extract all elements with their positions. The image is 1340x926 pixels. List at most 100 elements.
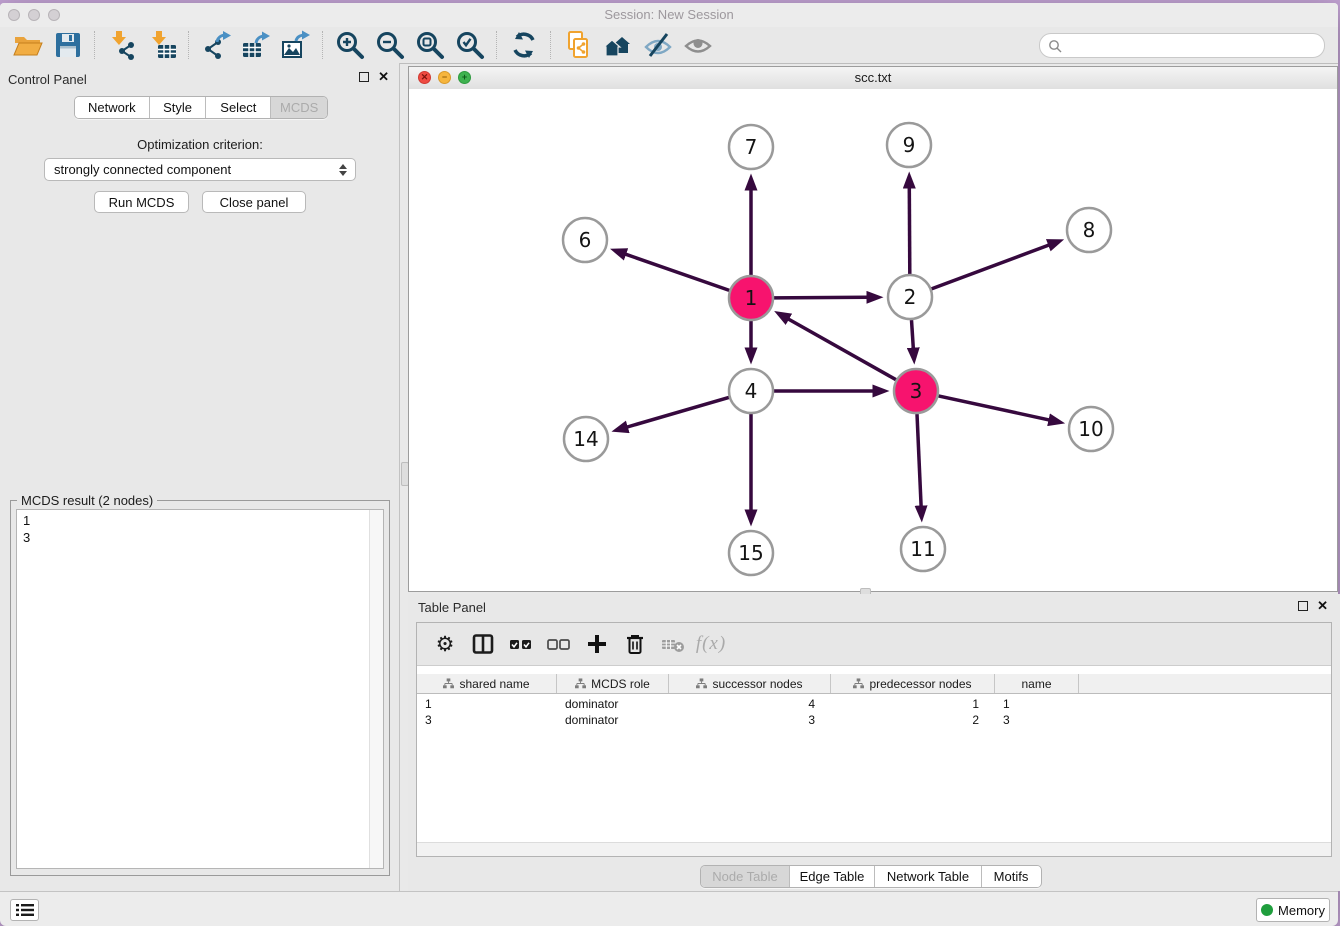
toolbar-separator [188, 31, 190, 59]
add-row-icon[interactable] [579, 629, 615, 659]
graph-edge-2-3[interactable] [912, 320, 914, 348]
task-history-button[interactable] [10, 899, 39, 921]
mcds-result-box[interactable]: 1 3 [16, 509, 384, 869]
import-table-icon[interactable] [145, 30, 179, 60]
graph-node-11[interactable]: 11 [901, 527, 945, 571]
mcds-result-group: MCDS result (2 nodes) 1 3 [10, 500, 390, 876]
graph-node-10[interactable]: 10 [1069, 407, 1113, 451]
column-header-shared-name[interactable]: shared name [417, 674, 557, 693]
zoom-selected-icon[interactable] [453, 30, 487, 60]
search-field[interactable] [1039, 33, 1325, 58]
show-details-icon[interactable] [681, 30, 715, 60]
graph-node-15[interactable]: 15 [729, 531, 773, 575]
control-panel-tabbar: Network Style Select MCDS [74, 96, 328, 119]
cell-name[interactable]: 3 [995, 712, 1079, 728]
gear-icon[interactable]: ⚙ [427, 629, 463, 659]
cell-predecessor-nodes[interactable]: 2 [831, 712, 995, 728]
graph-node-label: 6 [579, 228, 592, 252]
home-view-icon[interactable] [601, 30, 635, 60]
save-session-icon[interactable] [51, 30, 85, 60]
select-all-icon[interactable] [503, 629, 539, 659]
tree-icon [853, 678, 864, 689]
result-line: 3 [23, 529, 369, 546]
graph-node-8[interactable]: 8 [1067, 208, 1111, 252]
search-icon [1048, 39, 1062, 53]
copy-network-icon[interactable] [561, 30, 595, 60]
tab-mcds[interactable]: MCDS [270, 97, 327, 118]
cell-predecessor-nodes[interactable]: 1 [831, 696, 995, 712]
network-view-window: ✕ − + scc.txt 7 9 6 8 1 2 4 3 14 10 15 11 [408, 66, 1338, 592]
close-panel-icon[interactable]: ✕ [378, 72, 389, 82]
float-table-panel-icon[interactable] [1298, 601, 1308, 611]
graph-node-3[interactable]: 3 [894, 369, 938, 413]
cell-mcds-role[interactable]: dominator [557, 696, 669, 712]
graph-edge-2-9[interactable] [909, 188, 910, 274]
export-network-icon[interactable] [199, 30, 233, 60]
hide-details-icon[interactable] [641, 30, 675, 60]
close-table-panel-icon[interactable]: ✕ [1317, 601, 1328, 611]
split-columns-icon[interactable] [465, 629, 501, 659]
tree-icon [443, 678, 454, 689]
graph-node-label: 10 [1078, 417, 1103, 441]
graph-node-9[interactable]: 9 [887, 123, 931, 167]
close-panel-button[interactable]: Close panel [202, 191, 306, 213]
search-input[interactable] [1066, 34, 1324, 57]
network-window-titlebar[interactable]: ✕ − + scc.txt [409, 67, 1337, 90]
open-file-icon[interactable] [11, 30, 45, 60]
table-row[interactable]: 3 dominator 3 2 3 [417, 712, 1331, 728]
import-network-icon[interactable] [105, 30, 139, 60]
cell-shared-name[interactable]: 1 [417, 696, 557, 712]
graph-node-1[interactable]: 1 [729, 276, 773, 320]
graph-node-7[interactable]: 7 [729, 125, 773, 169]
graph-node-4[interactable]: 4 [729, 369, 773, 413]
cell-successor-nodes[interactable]: 4 [669, 696, 831, 712]
graph-node-label: 14 [573, 427, 598, 451]
tab-node-table[interactable]: Node Table [701, 866, 789, 887]
graph-edge-3-10[interactable] [939, 396, 1050, 420]
column-header-name[interactable]: name [995, 674, 1079, 693]
zoom-fit-icon[interactable] [413, 30, 447, 60]
zoom-in-icon[interactable] [333, 30, 367, 60]
column-header-successor-nodes[interactable]: successor nodes [669, 674, 831, 693]
table-tabbar: Node Table Edge Table Network Table Moti… [700, 865, 1042, 888]
table-row[interactable]: 1 dominator 4 1 1 [417, 696, 1331, 712]
graph-edge-4-14[interactable] [627, 397, 729, 427]
optimization-criterion-select[interactable]: strongly connected component [44, 158, 356, 181]
graph-edge-3-1[interactable] [789, 319, 897, 380]
cell-name[interactable]: 1 [995, 696, 1079, 712]
graph-edge-3-11[interactable] [917, 414, 921, 506]
graph-edge-1-6[interactable] [626, 254, 730, 290]
delete-table-icon[interactable] [655, 629, 691, 659]
deselect-all-icon[interactable] [541, 629, 577, 659]
tab-style[interactable]: Style [149, 97, 206, 118]
memory-button[interactable]: Memory [1256, 898, 1330, 922]
export-image-icon[interactable] [279, 30, 313, 60]
graph-node-6[interactable]: 6 [563, 218, 607, 262]
network-canvas[interactable]: 7 9 6 8 1 2 4 3 14 10 15 11 [409, 89, 1337, 591]
float-panel-icon[interactable] [359, 72, 369, 82]
export-table-icon[interactable] [239, 30, 273, 60]
column-header-predecessor-nodes[interactable]: predecessor nodes [831, 674, 995, 693]
tab-edge-table[interactable]: Edge Table [789, 866, 874, 887]
column-header-mcds-role[interactable]: MCDS role [557, 674, 669, 693]
graph-node-2[interactable]: 2 [888, 275, 932, 319]
run-mcds-button[interactable]: Run MCDS [94, 191, 189, 213]
result-scrollbar[interactable] [369, 510, 383, 868]
graph-node-14[interactable]: 14 [564, 417, 608, 461]
zoom-out-icon[interactable] [373, 30, 407, 60]
cell-mcds-role[interactable]: dominator [557, 712, 669, 728]
table-toolbar: ⚙ f(x) [417, 623, 1331, 666]
function-builder-icon[interactable]: f(x) [693, 629, 729, 659]
tab-network[interactable]: Network [75, 97, 149, 118]
graph-edge-2-8[interactable] [932, 245, 1049, 289]
graph-node-label: 7 [745, 135, 758, 159]
tab-select[interactable]: Select [205, 97, 270, 118]
cell-shared-name[interactable]: 3 [417, 712, 557, 728]
table-horizontal-scrollbar[interactable] [417, 842, 1331, 856]
cell-successor-nodes[interactable]: 3 [669, 712, 831, 728]
tab-network-table[interactable]: Network Table [874, 866, 981, 887]
tab-motifs[interactable]: Motifs [981, 866, 1040, 887]
delete-row-icon[interactable] [617, 629, 653, 659]
refresh-icon[interactable] [507, 30, 541, 60]
graph-edge-1-2[interactable] [774, 297, 867, 298]
